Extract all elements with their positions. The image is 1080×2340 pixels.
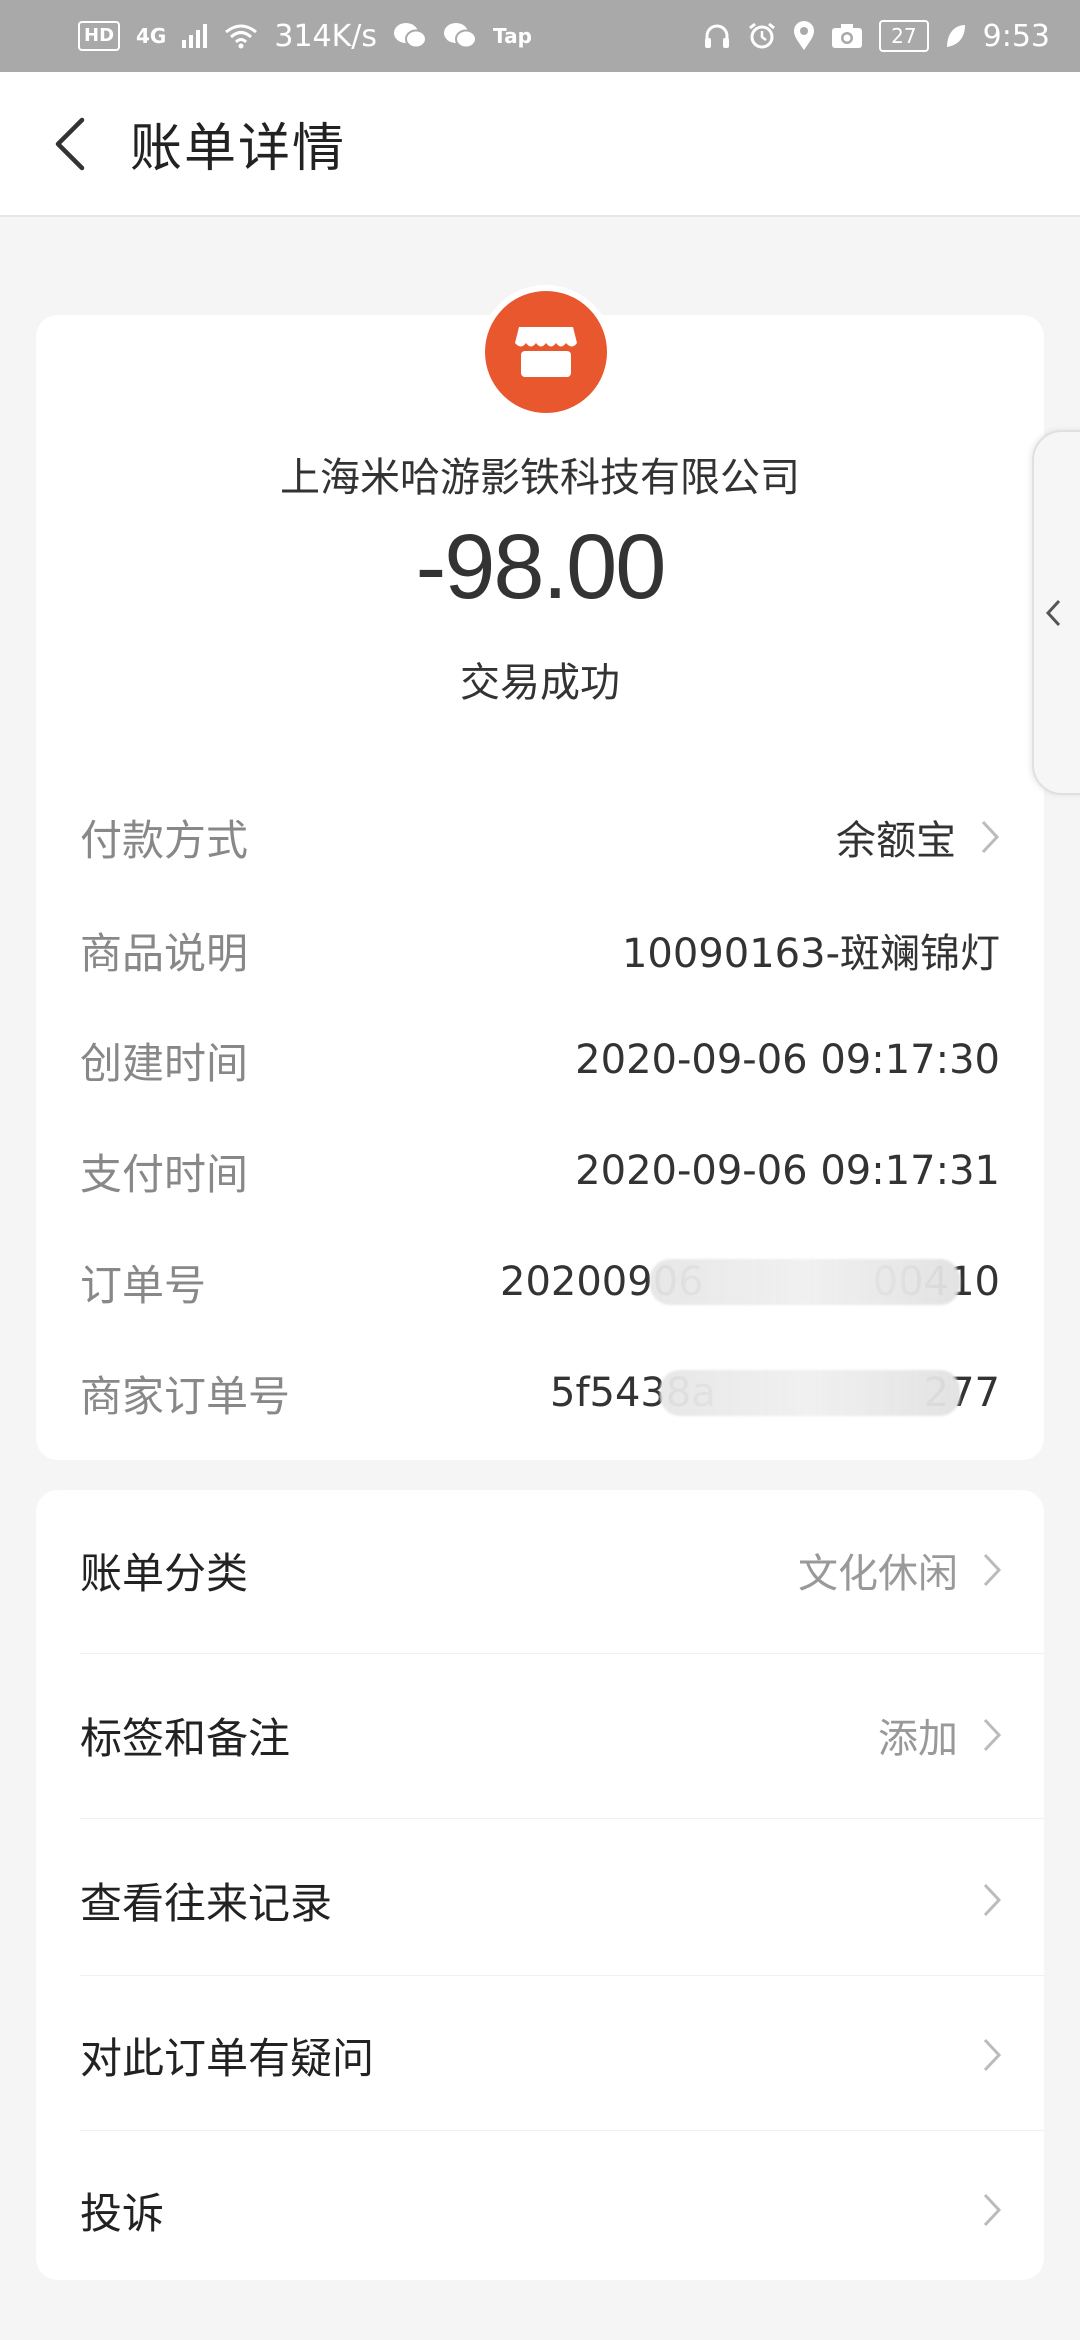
alarm-icon — [747, 21, 777, 51]
detail-label: 商家订单号 — [80, 1371, 291, 1421]
chevron-right-icon — [980, 819, 1000, 855]
chevron-right-icon — [982, 2037, 1002, 2073]
divider — [80, 1653, 1044, 1654]
created-time-row: 创建时间 2020-09-06 09:17:30 — [80, 1020, 1000, 1100]
wechat-icon — [393, 22, 428, 50]
order-number-value: 20200906 00410 — [500, 1259, 1000, 1305]
bill-category-value: 文化休闲 — [798, 1551, 958, 1597]
status-bar-right: 27 9:53 — [703, 19, 1050, 54]
page-title: 账单详情 — [130, 119, 347, 179]
network-speed: 314K/s — [274, 18, 378, 54]
hd-badge: HD — [78, 21, 121, 51]
tags-notes-row[interactable]: 标签和备注 添加 — [36, 1655, 1044, 1815]
leaf-icon — [945, 23, 967, 49]
back-button[interactable] — [40, 114, 100, 174]
history-records-row[interactable]: 查看往来记录 — [36, 1820, 1044, 1980]
product-desc-value: 10090163-斑斓锦灯 — [621, 931, 1000, 977]
detail-label: 订单号 — [80, 1260, 207, 1310]
created-time-value: 2020-09-06 09:17:30 — [575, 1037, 1000, 1083]
detail-label: 创建时间 — [80, 1038, 249, 1088]
action-value — [958, 2192, 1002, 2228]
tags-notes-value: 添加 — [878, 1716, 958, 1762]
taptap-icon: Tap — [493, 24, 532, 48]
action-label: 对此订单有疑问 — [80, 2033, 375, 2083]
paid-time-value: 2020-09-06 09:17:31 — [575, 1148, 1000, 1194]
payment-method-value: 余额宝 — [836, 818, 956, 864]
merchant-order-row: 商家订单号 5f5438a 277 — [80, 1353, 1000, 1433]
camera-icon — [831, 23, 863, 49]
wifi-icon — [224, 23, 258, 49]
battery-indicator: 27 — [879, 20, 929, 52]
transaction-status: 交易成功 — [460, 660, 620, 706]
transaction-card: 上海米哈游影铁科技有限公司 -98.00 交易成功 付款方式 余额宝 商品说明 … — [36, 285, 1044, 1460]
side-drawer-handle[interactable] — [1032, 430, 1080, 795]
chevron-left-icon — [1045, 599, 1061, 626]
detail-label: 商品说明 — [80, 928, 249, 978]
store-icon — [479, 285, 613, 419]
wechat-icon-2 — [443, 22, 478, 50]
actions-card: 账单分类 文化休闲 标签和备注 添加 查看往来记录 对此订单有疑问 投诉 — [36, 1490, 1044, 2280]
product-desc-row: 商品说明 10090163-斑斓锦灯 — [80, 910, 1000, 990]
detail-label: 支付时间 — [80, 1149, 249, 1199]
chevron-right-icon — [982, 1882, 1002, 1918]
detail-label: 付款方式 — [80, 815, 249, 865]
complaint-row[interactable]: 投诉 — [36, 2130, 1044, 2290]
location-icon — [793, 21, 815, 51]
paid-time-row: 支付时间 2020-09-06 09:17:31 — [80, 1131, 1000, 1211]
status-bar: HD 4G 314K/s Tap 27 9:53 — [0, 0, 1080, 72]
order-number-row: 订单号 20200906 00410 — [80, 1242, 1000, 1322]
chevron-right-icon — [982, 2192, 1002, 2228]
chevron-right-icon — [982, 1552, 1002, 1588]
action-label: 标签和备注 — [80, 1713, 291, 1763]
status-bar-left: HD 4G 314K/s Tap — [78, 19, 532, 54]
redaction-mask — [660, 1370, 960, 1416]
action-label: 账单分类 — [80, 1548, 249, 1598]
chevron-right-icon — [982, 1717, 1002, 1753]
action-value: 添加 — [878, 1706, 1002, 1764]
divider — [80, 1818, 1044, 1819]
action-value — [958, 1882, 1002, 1918]
order-question-row[interactable]: 对此订单有疑问 — [36, 1975, 1044, 2135]
chevron-left-icon — [55, 117, 85, 170]
bill-category-row[interactable]: 账单分类 文化休闲 — [36, 1490, 1044, 1650]
action-value — [958, 2037, 1002, 2073]
network-label: 4G — [136, 24, 167, 48]
headphones-icon — [703, 22, 731, 50]
transaction-amount: -98.00 — [415, 516, 667, 618]
payment-method-row[interactable]: 付款方式 余额宝 — [80, 797, 1000, 877]
detail-value: 余额宝 — [836, 808, 1000, 866]
merchant-order-value: 5f5438a 277 — [550, 1370, 1000, 1416]
redaction-mask — [650, 1259, 960, 1305]
clock: 9:53 — [982, 18, 1050, 54]
header-bar: 账单详情 — [0, 72, 1080, 217]
signal-icon — [182, 24, 208, 48]
action-label: 查看往来记录 — [80, 1878, 333, 1928]
action-label: 投诉 — [80, 2188, 165, 2238]
action-value: 文化休闲 — [798, 1541, 1002, 1599]
merchant-name: 上海米哈游影铁科技有限公司 — [280, 455, 800, 501]
